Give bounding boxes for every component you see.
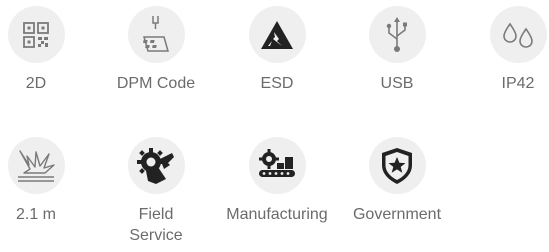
feature-label: ESD bbox=[260, 75, 294, 92]
dpm-laser-marking-icon bbox=[143, 15, 169, 52]
feature-icon-circle bbox=[7, 6, 65, 63]
qr-code-icon bbox=[23, 21, 49, 48]
field-service-gear-icon bbox=[137, 147, 174, 184]
feature-icon-circle bbox=[368, 6, 426, 63]
drop-impact-icon bbox=[18, 149, 55, 182]
feature-label: IP42 bbox=[501, 75, 535, 92]
water-drops-icon bbox=[503, 22, 533, 48]
feature-icon-circle bbox=[127, 137, 185, 194]
feature-esd: ESD bbox=[222, 6, 332, 94]
feature-label: 2D bbox=[25, 75, 47, 92]
feature-label: DPM Code bbox=[116, 75, 196, 92]
manufacturing-conveyor-icon bbox=[259, 148, 295, 177]
feature-label: Manufacturing bbox=[226, 206, 328, 223]
feature-icon-circle bbox=[248, 6, 306, 63]
feature-drop-height: 2.1 m bbox=[0, 137, 91, 225]
feature-label: USB bbox=[380, 75, 414, 92]
feature-icon-circle bbox=[7, 137, 65, 194]
esd-warning-icon bbox=[261, 20, 293, 49]
feature-label: Field Service bbox=[129, 206, 183, 244]
feature-manufacturing: Manufacturing bbox=[222, 137, 332, 225]
feature-ip42: IP42 bbox=[463, 6, 549, 94]
government-shield-star-icon bbox=[382, 147, 412, 184]
usb-icon bbox=[386, 16, 407, 52]
feature-icon-circle bbox=[127, 6, 185, 63]
feature-usb: USB bbox=[342, 6, 452, 94]
feature-icon-circle bbox=[248, 137, 306, 194]
feature-government: Government bbox=[342, 137, 452, 225]
feature-icon-circle bbox=[368, 137, 426, 194]
feature-dpm-code: DPM Code bbox=[101, 6, 211, 94]
feature-label: Government bbox=[352, 206, 442, 223]
feature-field-service: Field Service bbox=[101, 137, 211, 246]
feature-2d: 2D bbox=[0, 6, 91, 94]
feature-label: 2.1 m bbox=[15, 206, 56, 223]
feature-icon-circle bbox=[489, 6, 547, 63]
